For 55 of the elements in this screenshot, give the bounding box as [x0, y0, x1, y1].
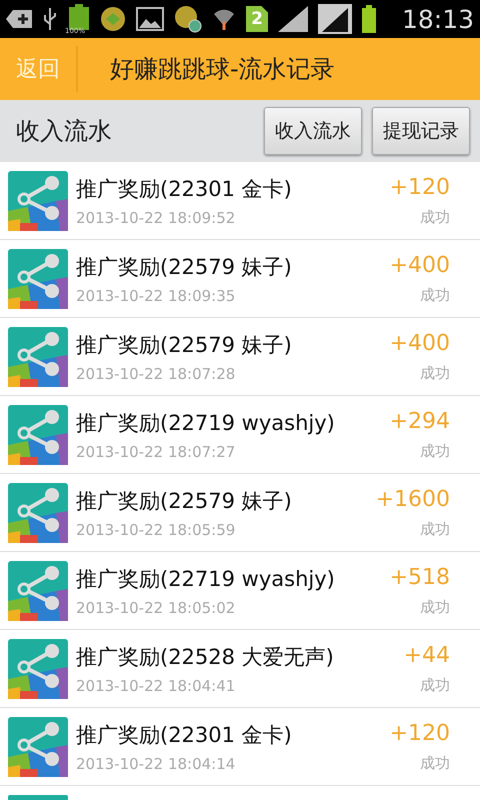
share-app-icon [8, 795, 68, 800]
record-time: 2013-10-22 18:09:52 [76, 208, 236, 226]
record-amount: +294 [390, 408, 450, 434]
record-title: 推广奖励(22579 妹子) [76, 332, 293, 358]
record-title: 推广奖励(22301 金卡) [76, 722, 293, 748]
page-title: 好赚跳跳球-流水记录 [110, 54, 335, 85]
record-status: 成功 [420, 520, 450, 538]
app-icon [100, 6, 126, 32]
image-icon [136, 7, 164, 31]
record-amount: +400 [390, 330, 450, 356]
record-time: 2013-10-22 18:07:27 [76, 442, 236, 460]
clock-time: 18:13 [402, 4, 474, 34]
record-amount: +120 [390, 174, 450, 200]
record-amount: +1600 [376, 486, 450, 512]
record-amount: +400 [390, 252, 450, 278]
share-app-icon [8, 560, 68, 620]
usb-icon [42, 6, 58, 32]
record-amount: +120 [390, 720, 450, 746]
share-app-icon [8, 638, 68, 698]
record-status: 成功 [420, 598, 450, 616]
section-title: 收入流水 [16, 116, 112, 147]
share-app-icon [8, 170, 68, 230]
signal-icon [318, 4, 352, 34]
record-time: 2013-10-22 18:05:02 [76, 598, 236, 616]
sim-card-icon: 2 [246, 6, 268, 32]
share-app-icon [8, 404, 68, 464]
add-icon [6, 8, 32, 30]
record-title: 推广奖励(22301 金卡) [76, 176, 293, 202]
record-amount: +44 [404, 642, 450, 668]
record-title: 推广奖励(22579 妹子) [76, 254, 293, 280]
record-title: 推广奖励(22719 wyashjy) [76, 566, 336, 592]
tab-button[interactable]: 提现记录 [372, 107, 470, 155]
record-title: 推广奖励(22719 wyashjy) [76, 410, 336, 436]
share-app-icon [8, 482, 68, 542]
signal-icon [278, 6, 308, 32]
share-app-icon [8, 326, 68, 386]
record-time: 2013-10-22 18:07:28 [76, 364, 236, 382]
record-time: 2013-10-22 18:04:14 [76, 754, 236, 772]
record-time: 2013-10-22 18:09:35 [76, 286, 236, 304]
app-icon [174, 5, 202, 33]
record-status: 成功 [420, 286, 450, 304]
record-status: 成功 [420, 442, 450, 460]
record-status: 成功 [420, 754, 450, 772]
share-app-icon [8, 716, 68, 776]
record-amount: +518 [390, 564, 450, 590]
record-status: 成功 [420, 364, 450, 382]
record-status: 成功 [420, 676, 450, 694]
record-status: 成功 [420, 208, 450, 226]
record-time: 2013-10-22 18:04:41 [76, 676, 236, 694]
record-time: 2013-10-22 18:05:59 [76, 520, 236, 538]
record-title: 推广奖励(22528 大爱无声) [76, 644, 335, 670]
record-title: 推广奖励(22579 妹子) [76, 488, 293, 514]
share-app-icon [8, 248, 68, 308]
tab-button[interactable]: 收入流水 [264, 107, 362, 155]
battery-icon [362, 5, 376, 33]
